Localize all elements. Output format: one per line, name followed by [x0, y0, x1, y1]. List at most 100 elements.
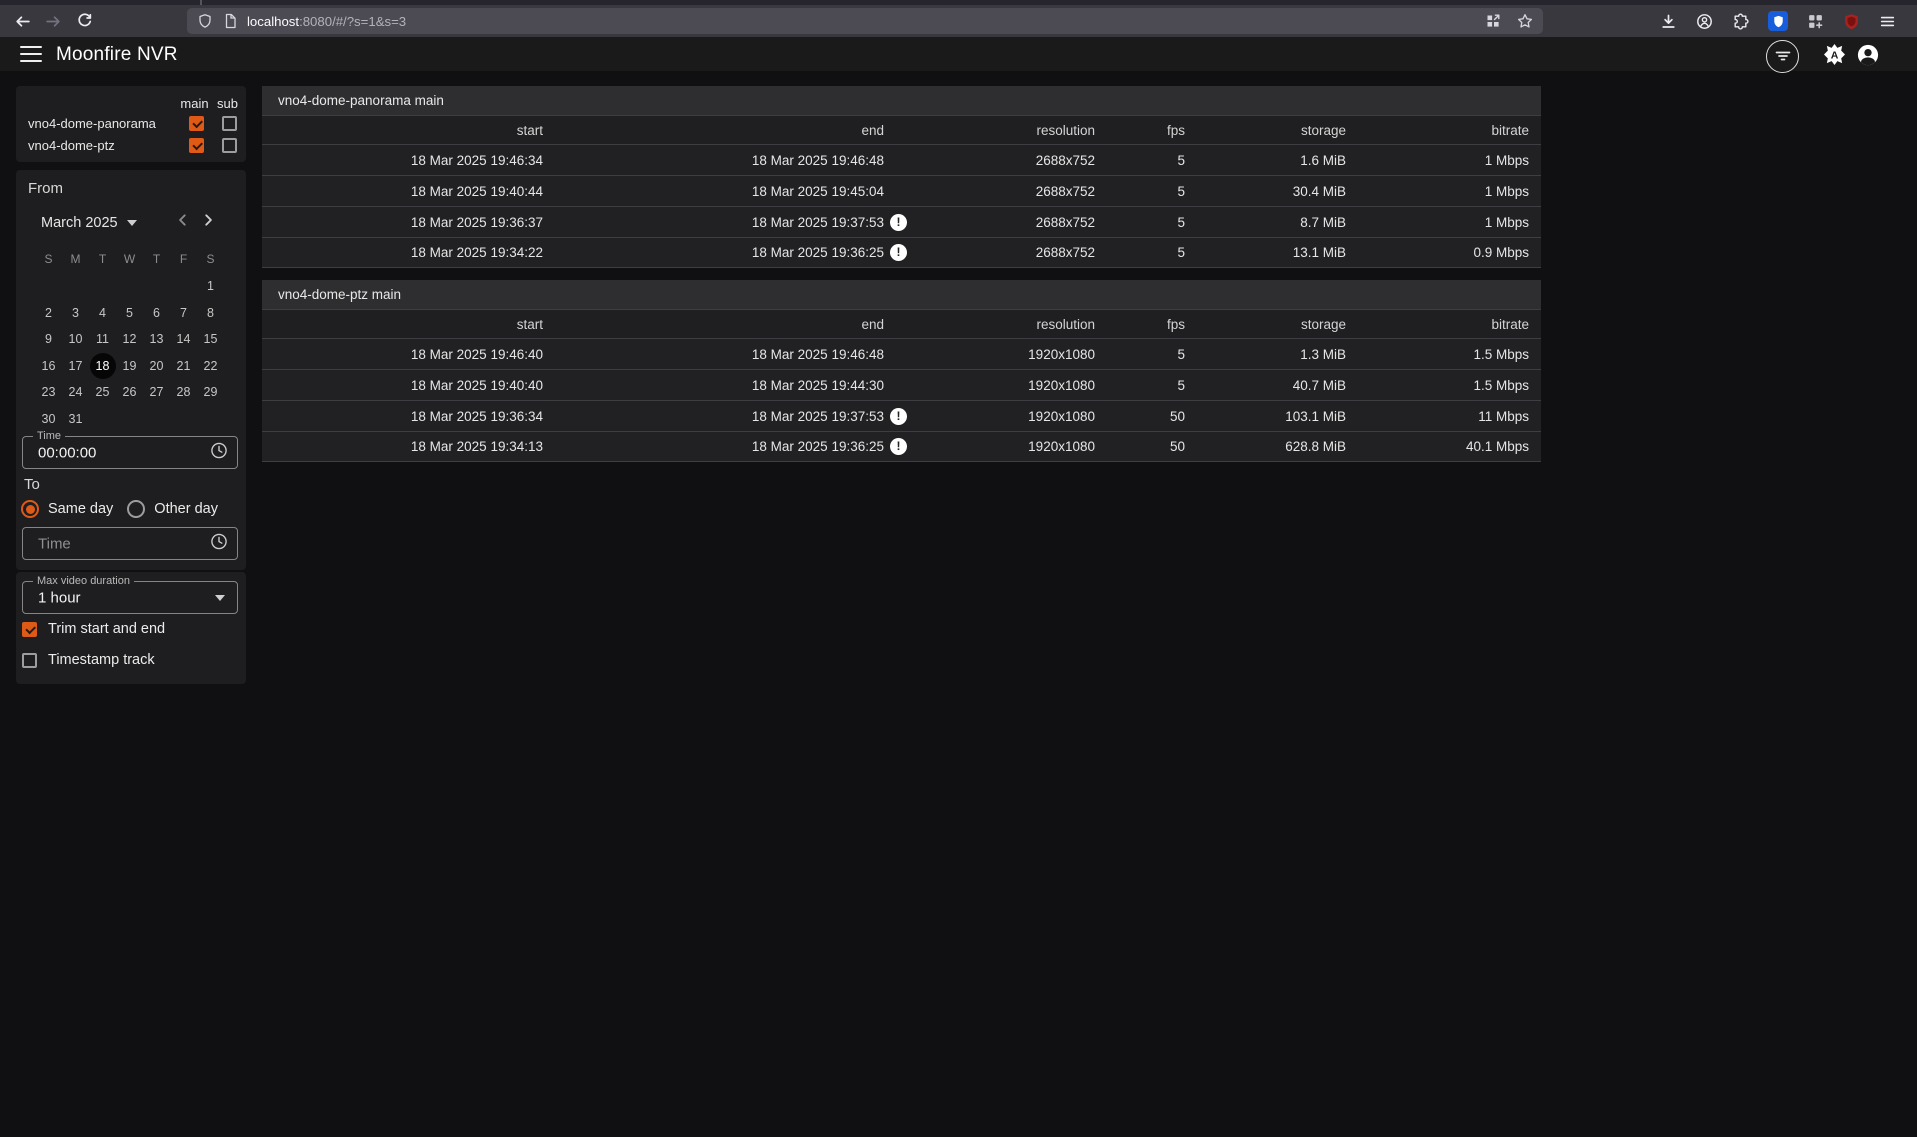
- calendar-week-row: 2345678: [35, 300, 224, 327]
- url-bar[interactable]: localhost:8080/#/?s=1&s=3: [187, 8, 1543, 34]
- next-month-button[interactable]: [201, 213, 215, 227]
- bitwarden-icon[interactable]: [1768, 11, 1788, 31]
- calendar-day[interactable]: 26: [116, 379, 143, 406]
- recording-row[interactable]: 18 Mar 2025 19:36:3718 Mar 2025 19:37:53…: [262, 206, 1541, 237]
- camera-main-checkbox[interactable]: [189, 116, 204, 131]
- filter-button[interactable]: [1766, 40, 1799, 73]
- calendar-week-row: 23242526272829: [35, 379, 224, 406]
- back-icon[interactable]: [14, 13, 31, 30]
- max-duration-select[interactable]: Max video duration 1 hour: [22, 581, 238, 614]
- menu-icon[interactable]: [1879, 13, 1896, 30]
- camera-sub-checkbox[interactable]: [222, 138, 237, 153]
- trim-option-row: Trim start and end: [22, 621, 165, 637]
- calendar-day[interactable]: 3: [62, 300, 89, 327]
- reload-icon[interactable]: [76, 13, 93, 30]
- calendar-grid: 1234567891011121314151617181920212223242…: [35, 273, 224, 432]
- same-day-radio[interactable]: [21, 500, 39, 518]
- recording-row[interactable]: 18 Mar 2025 19:36:3418 Mar 2025 19:37:53…: [262, 400, 1541, 431]
- forward-icon[interactable]: [45, 13, 62, 30]
- column-header-start: start: [262, 123, 552, 138]
- tracking-shield-icon[interactable]: [197, 13, 213, 29]
- calendar-day[interactable]: 4: [89, 300, 116, 327]
- calendar-day[interactable]: 16: [35, 353, 62, 380]
- trim-checkbox[interactable]: [22, 622, 37, 637]
- month-caret-icon[interactable]: [127, 220, 137, 226]
- warning-icon: !: [890, 408, 907, 425]
- from-time-value: 00:00:00: [38, 444, 96, 461]
- recording-row[interactable]: 18 Mar 2025 19:34:1318 Mar 2025 19:36:25…: [262, 431, 1541, 462]
- recording-row[interactable]: 18 Mar 2025 19:34:2218 Mar 2025 19:36:25…: [262, 237, 1541, 268]
- ublock-origin-icon[interactable]: [1843, 13, 1860, 30]
- containers-grid-icon[interactable]: [1485, 13, 1501, 29]
- calendar-day[interactable]: 19: [116, 353, 143, 380]
- calendar-day[interactable]: 8: [197, 300, 224, 327]
- calendar-day[interactable]: 27: [143, 379, 170, 406]
- camera-sub-checkbox[interactable]: [222, 116, 237, 131]
- calendar-day[interactable]: 28: [170, 379, 197, 406]
- calendar-day[interactable]: 20: [143, 353, 170, 380]
- warning-icon: !: [890, 214, 907, 231]
- same-day-label[interactable]: Same day: [48, 501, 113, 517]
- from-time-field[interactable]: Time 00:00:00: [22, 436, 238, 469]
- other-day-label[interactable]: Other day: [154, 501, 218, 517]
- calendar-day[interactable]: 10: [62, 326, 89, 353]
- calendar-day[interactable]: 22: [197, 353, 224, 380]
- recording-row[interactable]: 18 Mar 2025 19:46:3418 Mar 2025 19:46:48…: [262, 144, 1541, 175]
- column-header-storage: storage: [1197, 123, 1358, 138]
- calendar-day[interactable]: 23: [35, 379, 62, 406]
- bookmark-star-icon[interactable]: [1517, 13, 1533, 29]
- calendar-day[interactable]: 13: [143, 326, 170, 353]
- url-text: localhost:8080/#/?s=1&s=3: [247, 14, 406, 29]
- recording-table: vno4-dome-ptz mainstartendresolutionfpss…: [262, 280, 1541, 462]
- camera-main-checkbox[interactable]: [189, 138, 204, 153]
- clock-icon[interactable]: [210, 532, 228, 555]
- calendar-day[interactable]: 17: [62, 353, 89, 380]
- calendar-day[interactable]: 24: [62, 379, 89, 406]
- calendar-day[interactable]: 31: [62, 406, 89, 433]
- other-day-radio[interactable]: [127, 500, 145, 518]
- camera-filter-card: main sub vno4-dome-panoramavno4-dome-ptz: [16, 86, 246, 162]
- calendar-day[interactable]: 1: [197, 273, 224, 300]
- calendar-day[interactable]: 21: [170, 353, 197, 380]
- calendar-day[interactable]: 7: [170, 300, 197, 327]
- trim-label[interactable]: Trim start and end: [48, 621, 165, 637]
- calendar-day[interactable]: 29: [197, 379, 224, 406]
- calendar-day[interactable]: 12: [116, 326, 143, 353]
- browser-toolbar: localhost:8080/#/?s=1&s=3: [0, 5, 1917, 37]
- downloads-icon[interactable]: [1660, 13, 1677, 30]
- tab-grid-icon[interactable]: [1807, 13, 1824, 30]
- calendar-week-row: 9101112131415: [35, 326, 224, 353]
- url-host: localhost: [247, 14, 299, 29]
- calendar-day[interactable]: 18: [90, 353, 116, 379]
- calendar-day[interactable]: 6: [143, 300, 170, 327]
- camera-row: vno4-dome-ptz: [28, 134, 246, 156]
- main-column-label: main: [178, 96, 211, 111]
- from-card: From March 2025 SMTWTFS 1234567891011121…: [16, 170, 246, 570]
- recording-row[interactable]: 18 Mar 2025 19:40:4418 Mar 2025 19:45:04…: [262, 175, 1541, 206]
- account-circle-icon[interactable]: [1857, 44, 1879, 71]
- calendar-day[interactable]: 9: [35, 326, 62, 353]
- recording-row[interactable]: 18 Mar 2025 19:46:4018 Mar 2025 19:46:48…: [262, 338, 1541, 369]
- calendar-day[interactable]: 2: [35, 300, 62, 327]
- extensions-puzzle-icon[interactable]: [1732, 13, 1749, 30]
- month-selector[interactable]: March 2025: [41, 215, 118, 231]
- calendar-week-row: 16171819202122: [35, 353, 224, 380]
- to-time-placeholder: Time: [38, 535, 71, 552]
- calendar-day[interactable]: 30: [35, 406, 62, 433]
- timestamp-label[interactable]: Timestamp track: [48, 652, 155, 668]
- auto-theme-icon[interactable]: A: [1824, 44, 1845, 70]
- clock-icon[interactable]: [210, 441, 228, 464]
- sub-column-label: sub: [211, 96, 244, 111]
- calendar-day[interactable]: 25: [89, 379, 116, 406]
- account-icon[interactable]: [1696, 13, 1713, 30]
- calendar-day[interactable]: 14: [170, 326, 197, 353]
- page-info-icon[interactable]: [222, 13, 238, 29]
- recording-row[interactable]: 18 Mar 2025 19:40:4018 Mar 2025 19:44:30…: [262, 369, 1541, 400]
- to-time-field[interactable]: Time: [22, 527, 238, 560]
- nav-menu-icon[interactable]: [20, 46, 42, 62]
- calendar-day[interactable]: 11: [89, 326, 116, 353]
- calendar-day[interactable]: 5: [116, 300, 143, 327]
- timestamp-checkbox[interactable]: [22, 653, 37, 668]
- calendar-day[interactable]: 15: [197, 326, 224, 353]
- prev-month-button[interactable]: [176, 213, 190, 227]
